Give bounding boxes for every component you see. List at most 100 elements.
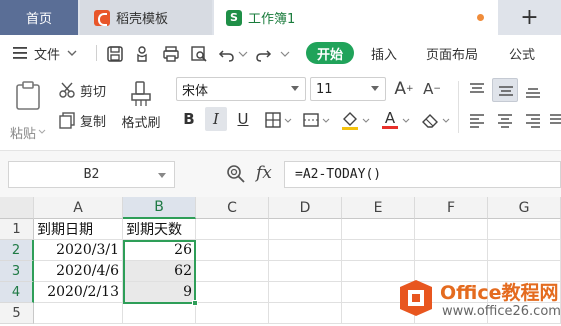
increase-font-size-icon[interactable]: A + <box>392 77 416 101</box>
cell-b1[interactable]: 到期天数 <box>123 219 196 240</box>
cell-d5[interactable] <box>269 303 342 324</box>
cell-c2[interactable] <box>196 240 269 261</box>
column-header-g[interactable]: G <box>488 197 561 219</box>
cell-a1[interactable]: 到期日期 <box>34 219 123 240</box>
format-painter-button[interactable]: 格式刷 <box>118 75 164 135</box>
menu-divider <box>96 45 97 61</box>
export-icon[interactable] <box>134 45 152 63</box>
row-header-3[interactable]: 3 <box>0 261 34 282</box>
cell-b4[interactable]: 9 <box>123 282 196 303</box>
chevron-down-icon[interactable] <box>442 117 450 125</box>
column-header-b[interactable]: B <box>123 197 196 219</box>
cell-b5[interactable] <box>123 303 196 324</box>
chevron-down-icon[interactable] <box>280 49 290 59</box>
row-header-1[interactable]: 1 <box>0 219 34 240</box>
select-all-corner[interactable] <box>0 197 34 219</box>
chevron-down-icon[interactable] <box>362 117 370 125</box>
align-center-icon[interactable] <box>496 111 514 129</box>
cell-d1[interactable] <box>269 219 342 240</box>
underline-button[interactable]: U <box>232 107 254 131</box>
align-middle-icon <box>499 86 513 96</box>
align-right-icon[interactable] <box>524 111 542 129</box>
cell-d2[interactable] <box>269 240 342 261</box>
chevron-down-icon[interactable] <box>238 49 248 59</box>
cell-c5[interactable] <box>196 303 269 324</box>
column-header-f[interactable]: F <box>415 197 488 219</box>
font-size-select[interactable]: 11 <box>310 77 386 101</box>
tab-home[interactable]: 首页 <box>0 0 78 35</box>
align-left-icon[interactable] <box>468 111 486 129</box>
print-icon[interactable] <box>162 45 180 63</box>
tab-workbook[interactable]: S 工作簿1 <box>214 0 498 35</box>
cell-b3[interactable]: 62 <box>123 261 196 282</box>
cell-e1[interactable] <box>342 219 415 240</box>
cut-button[interactable]: 剪切 <box>58 79 114 101</box>
eraser-icon[interactable] <box>420 111 440 129</box>
cell-c3[interactable] <box>196 261 269 282</box>
insert-function-icon[interactable]: fx <box>256 163 272 183</box>
cell-a5[interactable] <box>34 303 123 324</box>
formula-input[interactable]: =A2-TODAY() <box>284 161 561 188</box>
cell-f1[interactable] <box>415 219 488 240</box>
tab-start[interactable]: 开始 <box>306 42 354 64</box>
tab-formula[interactable]: 公式 <box>509 35 535 71</box>
cell-d3[interactable] <box>269 261 342 282</box>
cell-value: 2020/3/1 <box>56 242 119 258</box>
cell-d4[interactable] <box>269 282 342 303</box>
copy-button[interactable]: 复制 <box>58 109 114 131</box>
column-header-c[interactable]: C <box>196 197 269 219</box>
bold-button[interactable]: B <box>178 107 200 131</box>
save-icon[interactable] <box>106 45 124 63</box>
cell-a4[interactable]: 2020/2/13 <box>34 282 123 303</box>
cell-b2[interactable]: 26 <box>123 240 196 261</box>
column-header-d[interactable]: D <box>269 197 342 219</box>
align-middle-button[interactable] <box>492 78 518 102</box>
tab-page-layout[interactable]: 页面布局 <box>426 35 478 71</box>
tab-insert[interactable]: 插入 <box>371 35 397 71</box>
row-header-label: 2 <box>11 242 21 258</box>
row-header-2[interactable]: 2 <box>0 240 34 261</box>
cut-label: 剪切 <box>80 84 107 100</box>
row-header-4[interactable]: 4 <box>0 282 34 303</box>
column-header-e[interactable]: E <box>342 197 415 219</box>
chevron-down-icon[interactable] <box>284 117 292 125</box>
chevron-down-icon[interactable] <box>402 117 410 125</box>
new-tab-button[interactable]: + <box>498 0 561 35</box>
column-header-a[interactable]: A <box>34 197 123 219</box>
chevron-down-icon[interactable] <box>322 117 330 125</box>
formula-value: =A2-TODAY() <box>295 167 382 182</box>
justify-icon[interactable] <box>548 111 561 129</box>
column-header-label: F <box>446 199 456 216</box>
cell-c1[interactable] <box>196 219 269 240</box>
copy-label: 复制 <box>80 114 107 130</box>
font-name-select[interactable]: 宋体 <box>176 77 306 101</box>
tab-template[interactable]: 稻壳模板 <box>80 0 212 35</box>
cell-e2[interactable] <box>342 240 415 261</box>
decrease-font-size-icon[interactable]: A − <box>420 77 444 101</box>
chevron-down-icon <box>291 86 299 91</box>
fill-color-icon[interactable] <box>340 109 360 131</box>
zoom-search-icon[interactable] <box>226 164 246 184</box>
cell-a2[interactable]: 2020/3/1 <box>34 240 123 261</box>
cell-g1[interactable] <box>488 219 561 240</box>
undo-icon[interactable] <box>218 45 236 63</box>
print-preview-icon[interactable] <box>190 45 208 63</box>
align-top-icon[interactable] <box>468 81 486 99</box>
file-menu[interactable]: 文件 <box>12 35 78 71</box>
align-bottom-icon[interactable] <box>524 81 542 99</box>
formula-bar: B2 fx =A2-TODAY() <box>0 151 561 197</box>
borders-icon[interactable] <box>264 111 282 129</box>
italic-button[interactable]: I <box>205 107 227 131</box>
redo-icon[interactable] <box>254 45 272 63</box>
cell-g2[interactable] <box>488 240 561 261</box>
cell-a3[interactable]: 2020/4/6 <box>34 261 123 282</box>
font-color-button[interactable]: A <box>380 107 400 131</box>
watermark-site: www.office26.com <box>442 304 561 319</box>
cell-c4[interactable] <box>196 282 269 303</box>
fill-handle[interactable] <box>192 300 198 306</box>
paste-button[interactable]: 粘贴 <box>8 75 48 147</box>
cell-f2[interactable] <box>415 240 488 261</box>
name-box[interactable]: B2 <box>8 161 175 188</box>
row-header-5[interactable]: 5 <box>0 303 34 324</box>
merge-cells-icon[interactable] <box>302 111 320 129</box>
